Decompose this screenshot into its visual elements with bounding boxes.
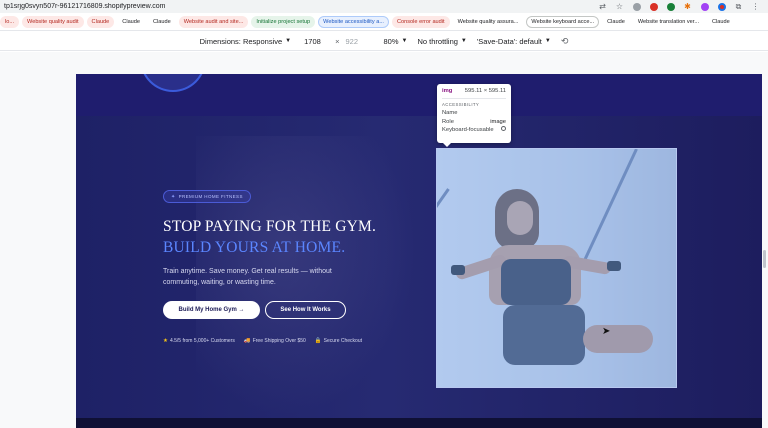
dimensions-select[interactable]: Dimensions: Responsive ▼ bbox=[200, 37, 292, 46]
shield-icon[interactable] bbox=[664, 0, 677, 13]
ai-icon[interactable] bbox=[647, 0, 660, 13]
translate-icon[interactable]: ⇄ bbox=[596, 0, 609, 13]
site-canvas: ✦ PREMIUM HOME FITNESS STOP PAYING FOR T… bbox=[76, 74, 762, 428]
hero-badge-text: PREMIUM HOME FITNESS bbox=[178, 194, 243, 199]
bookmark-item[interactable]: Website quality assura... bbox=[452, 16, 524, 28]
bookmarks-bar: lo... Website quality audit Claude Claude Cl… bbox=[0, 14, 768, 31]
tooltip-row: Name bbox=[442, 109, 506, 118]
bookmark-item[interactable]: Claude bbox=[707, 16, 735, 28]
hero-badge: ✦ PREMIUM HOME FITNESS bbox=[163, 190, 251, 203]
hero-subcopy: Train anytime. Save money. Get real resu… bbox=[163, 268, 332, 286]
height-input[interactable]: 922 bbox=[346, 37, 374, 46]
trust-item: ★ 4.5/5 from 5,000+ Customers bbox=[163, 338, 235, 344]
bookmark-item[interactable]: Console error audit bbox=[392, 16, 450, 28]
tooltip-row: Role image bbox=[442, 118, 506, 127]
bookmark-item[interactable]: Claude bbox=[117, 16, 146, 28]
save-data-value: 'Save-Data': default bbox=[476, 36, 542, 46]
bookmark-item[interactable]: Website translation ver... bbox=[632, 16, 705, 28]
mouse-cursor: ➤ bbox=[602, 326, 611, 337]
page-viewport: ✦ PREMIUM HOME FITNESS STOP PAYING FOR T… bbox=[0, 52, 768, 428]
sparkle-icon: ✦ bbox=[171, 193, 176, 200]
page-bottom-strip bbox=[76, 418, 762, 428]
headline-accent: BUILD YOURS AT HOME. bbox=[163, 239, 346, 256]
element-size: 595.11 × 595.11 bbox=[464, 88, 506, 94]
dimensions-label: Dimensions: Responsive bbox=[199, 36, 283, 46]
throttling-select[interactable]: No throttling ▼ bbox=[417, 37, 466, 46]
trust-badges: ★ 4.5/5 from 5,000+ Customers 🚚 Free Shi… bbox=[163, 338, 362, 344]
tooltip-row: Keyboard-focusable bbox=[442, 126, 506, 135]
trust-item: 🚚 Free Shipping Over $50 bbox=[244, 338, 306, 344]
trust-item-text: Secure Checkout bbox=[323, 338, 363, 344]
star-icon: ★ bbox=[163, 338, 168, 344]
address-bar[interactable]: tp1srjg0svyn507r-96121716809.shopifyprev… bbox=[0, 0, 768, 13]
scrollbar-thumb[interactable] bbox=[763, 250, 766, 268]
inspect-tooltip: img 595.11 × 595.11 ACCESSIBILITY Name R… bbox=[437, 84, 511, 147]
bookmark-item[interactable]: Initialize project setup bbox=[251, 16, 316, 28]
trust-item: 🔒 Secure Checkout bbox=[315, 338, 362, 344]
element-tag: img bbox=[442, 88, 453, 94]
build-home-gym-button[interactable]: Build My Home Gym → bbox=[163, 301, 260, 319]
url-text[interactable]: tp1srjg0svyn507r-96121716809.shopifyprev… bbox=[0, 3, 592, 10]
zoom-value: 80% bbox=[383, 36, 399, 46]
hero-section: ✦ PREMIUM HOME FITNESS STOP PAYING FOR T… bbox=[76, 116, 762, 428]
truck-icon: 🚚 bbox=[243, 338, 251, 344]
row-label: Role bbox=[442, 118, 454, 125]
row-value: image bbox=[490, 118, 506, 125]
throttling-value: No throttling bbox=[417, 36, 458, 46]
bookmark-item[interactable]: Website accessibility a... bbox=[318, 16, 389, 28]
bookmark-item[interactable]: Website keyboard acce... bbox=[526, 16, 600, 28]
times-label: × bbox=[335, 36, 340, 46]
logo[interactable] bbox=[140, 74, 206, 92]
palette-icon[interactable] bbox=[698, 0, 711, 13]
save-data-select[interactable]: 'Save-Data': default ▼ bbox=[477, 37, 551, 46]
chevron-down-icon: ▼ bbox=[285, 38, 292, 44]
puzzle-icon[interactable]: ⧉ bbox=[732, 0, 745, 13]
width-input[interactable]: 1708 bbox=[304, 37, 332, 46]
bookmark-item[interactable]: Claude bbox=[86, 16, 115, 28]
focusable-status-icon bbox=[501, 126, 506, 131]
chrome-icon[interactable] bbox=[715, 0, 728, 13]
lock-icon: 🔒 bbox=[314, 338, 322, 344]
zoom-select[interactable]: 80% ▼ bbox=[384, 37, 408, 46]
site-header bbox=[76, 74, 762, 116]
row-label: Name bbox=[442, 110, 458, 116]
bookmark-item[interactable]: Claude bbox=[148, 16, 176, 28]
rotate-icon[interactable]: ⟲ bbox=[561, 36, 569, 47]
star-icon[interactable]: ☆ bbox=[613, 0, 626, 13]
extension-icon[interactable] bbox=[630, 0, 643, 13]
tooltip-header: img 595.11 × 595.11 bbox=[442, 88, 506, 94]
device-toolbar: Dimensions: Responsive ▼ 1708 × 922 80% … bbox=[0, 32, 768, 51]
trust-item-text: 4.5/5 from 5,000+ Customers bbox=[169, 338, 235, 344]
bookmark-item[interactable]: Website quality audit bbox=[22, 16, 84, 28]
trust-item-text: Free Shipping Over $50 bbox=[252, 338, 306, 344]
row-label: Keyboard-focusable bbox=[442, 127, 494, 133]
asterisk-icon[interactable]: ✱ bbox=[681, 0, 694, 13]
chevron-down-icon: ▼ bbox=[544, 38, 551, 44]
see-how-it-works-button[interactable]: See How It Works bbox=[265, 301, 346, 319]
menu-icon[interactable]: ⋮ bbox=[749, 0, 762, 13]
bookmark-item[interactable]: Website audit and site... bbox=[178, 16, 249, 28]
viewport-size-inputs: 1708 × 922 bbox=[301, 37, 373, 46]
chevron-down-icon: ▼ bbox=[401, 38, 408, 44]
chevron-down-icon: ▼ bbox=[460, 38, 467, 44]
hero-image[interactable] bbox=[436, 148, 677, 388]
headline-main: STOP PAYING FOR THE GYM. bbox=[163, 218, 377, 235]
bookmark-item[interactable]: lo... bbox=[0, 16, 20, 28]
browser-toolbar-icons: ⇄ ☆ ✱ ⧉ ⋮ bbox=[592, 0, 768, 13]
inspect-highlight-overlay bbox=[437, 149, 676, 387]
hero-headline: STOP PAYING FOR THE GYM. BUILD YOURS AT … bbox=[163, 216, 423, 258]
accessibility-heading: ACCESSIBILITY bbox=[442, 98, 506, 107]
bookmark-item[interactable]: Claude bbox=[602, 16, 630, 28]
